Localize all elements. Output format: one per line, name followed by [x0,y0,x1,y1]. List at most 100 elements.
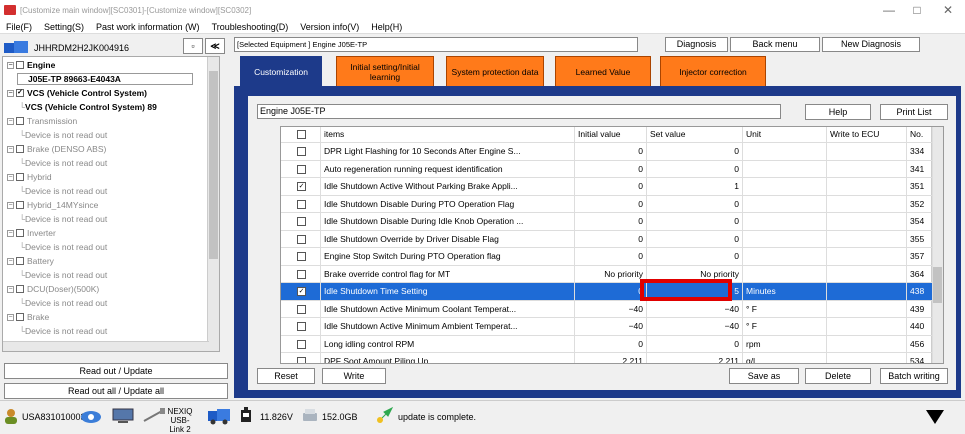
tree-checkbox[interactable] [16,313,24,321]
close-button[interactable]: ✕ [934,3,962,17]
table-row[interactable]: Long idling control RPM 0 0 rpm 456 [281,335,933,353]
column-header[interactable]: Initial value [575,127,647,143]
tree-group-item[interactable]: − Brake (DENSO ABS) [7,143,106,155]
menu-file[interactable]: File(F) [0,22,38,32]
set-value-cell[interactable]: 0 [647,143,743,161]
table-row[interactable]: Idle Shutdown Disable During PTO Operati… [281,195,933,213]
print-list-button[interactable]: Print List [880,104,948,120]
tree-group-item[interactable]: − Hybrid_14MYsince [7,199,98,211]
save-as-button[interactable]: Save as [729,368,799,384]
back-menu-button[interactable]: Back menu [730,37,820,52]
expand-toggle-icon[interactable]: − [7,201,14,209]
table-row[interactable]: ✓ Idle Shutdown Time Setting 0 5 Minutes 438 [281,283,933,301]
tree-checkbox[interactable] [16,257,24,265]
tree-child-item[interactable]: └ Device is not read out [19,297,107,309]
tree-child-item[interactable]: └ Device is not read out [19,129,107,141]
set-value-cell[interactable]: 0 [647,335,743,353]
tree-child-item[interactable]: └ Device is not read out [19,157,107,169]
tree-checkbox[interactable] [16,285,24,293]
expand-toggle-icon[interactable]: − [7,313,14,321]
expand-toggle-icon[interactable]: − [7,285,14,293]
menu-version-info[interactable]: Version info(V) [294,22,365,32]
menu-help[interactable]: Help(H) [365,22,408,32]
tree-horizontal-scrollbar[interactable] [3,341,209,351]
tree-scroll-thumb[interactable] [209,71,218,259]
set-value-cell[interactable]: 0 [647,213,743,231]
tree-group-item[interactable]: − Battery [7,255,54,267]
column-header[interactable]: Write to ECU [827,127,907,143]
row-checkbox[interactable] [297,339,306,349]
tree-item-selected-ecu[interactable]: J05E-TP 89663-E4043A [17,73,193,85]
set-value-cell[interactable]: 0 [647,195,743,213]
column-header[interactable]: Set value [647,127,743,143]
table-row[interactable]: Idle Shutdown Active Minimum Coolant Tem… [281,300,933,318]
tree-child-item[interactable]: └ Device is not read out [19,185,107,197]
menu-setting[interactable]: Setting(S) [38,22,90,32]
vehicle-info-button[interactable]: ▫ [183,38,203,54]
tree-checkbox[interactable] [16,201,24,209]
tab-learned-value[interactable]: Learned Value [555,56,651,88]
row-checkbox[interactable] [297,269,306,279]
minimize-button[interactable]: — [875,3,903,17]
tab-system-protection[interactable]: System protection data [446,56,544,88]
tree-group-item[interactable]: − ✓ VCS (Vehicle Control System) [7,87,147,99]
tree-group-item[interactable]: − Inverter [7,227,56,239]
table-row[interactable]: ✓ Idle Shutdown Active Without Parking Br… [281,178,933,196]
batch-writing-button[interactable]: Batch writing [880,368,948,384]
help-button[interactable]: Help [805,104,871,120]
tree-child-item[interactable]: └ VCS (Vehicle Control System) 89 [19,101,157,113]
tree-group-item[interactable]: − Engine [7,59,55,71]
row-checkbox[interactable] [297,234,306,244]
read-out-update-button[interactable]: Read out / Update [4,363,228,379]
set-value-cell[interactable]: 0 [647,160,743,178]
collapse-panel-button[interactable]: ≪ [205,38,225,54]
select-all-checkbox[interactable] [297,130,306,139]
tree-child-item[interactable]: └ Device is not read out [19,269,107,281]
tree-scrollbar[interactable] [207,57,219,351]
diagnosis-button[interactable]: Diagnosis [665,37,728,52]
tree-child-item[interactable]: └ Device is not read out [19,241,107,253]
table-row[interactable]: Engine Stop Switch During PTO Operation … [281,248,933,266]
expand-toggle-icon[interactable]: − [7,257,14,265]
row-checkbox[interactable] [297,217,306,226]
read-out-all-button[interactable]: Read out all / Update all [4,383,228,399]
column-header[interactable]: Unit [743,127,827,143]
tree-checkbox[interactable] [16,117,24,125]
set-value-cell[interactable]: 2.211 [647,353,743,363]
expand-toggle-icon[interactable]: − [7,145,14,153]
table-row[interactable]: Brake override control flag for MT No pri… [281,265,933,283]
table-row[interactable]: Idle Shutdown Override by Driver Disable… [281,230,933,248]
tree-group-item[interactable]: − Hybrid [7,171,52,183]
expand-toggle-icon[interactable]: − [7,173,14,181]
expand-toggle-icon[interactable]: − [7,229,14,237]
tree-checkbox[interactable] [16,145,24,153]
reset-button[interactable]: Reset [257,368,315,384]
table-row[interactable]: DPR Light Flashing for 10 Seconds After … [281,143,933,161]
table-row[interactable]: DPF Soot Amount Piling Up 2.211 2.211 g/l 53… [281,353,933,363]
set-value-cell[interactable]: 1 [647,178,743,196]
tree-child-item[interactable]: └ Device is not read out [19,213,107,225]
tree-child-item[interactable]: └ Device is not read out [19,325,107,337]
tab-injector-correction[interactable]: Injector correction [660,56,766,88]
row-checkbox[interactable] [297,252,306,261]
tree-group-item[interactable]: − DCU(Doser)(500K) [7,283,99,295]
dropdown-triangle-icon[interactable] [925,409,945,425]
row-checkbox[interactable] [297,147,306,156]
write-button[interactable]: Write [322,368,386,384]
expand-toggle-icon[interactable]: − [7,89,14,97]
expand-toggle-icon[interactable]: − [7,61,14,69]
tree-checkbox[interactable] [16,61,24,69]
column-header[interactable]: No. [907,127,933,143]
tab-initial-setting[interactable]: Initial setting/Initial learning [336,56,434,88]
table-row[interactable]: Idle Shutdown Active Minimum Ambient Tem… [281,318,933,336]
row-checkbox[interactable]: ✓ [297,182,306,191]
row-checkbox[interactable] [297,199,306,209]
menu-troubleshooting[interactable]: Troubleshooting(D) [206,22,295,32]
table-row[interactable]: Idle Shutdown Disable During Idle Knob O… [281,213,933,231]
table-scroll-thumb[interactable] [933,267,942,303]
tree-checkbox[interactable] [16,173,24,181]
expand-toggle-icon[interactable]: − [7,117,14,125]
tree-checkbox[interactable]: ✓ [16,89,24,97]
new-diagnosis-button[interactable]: New Diagnosis [822,37,920,52]
set-value-cell[interactable]: 0 [647,248,743,266]
